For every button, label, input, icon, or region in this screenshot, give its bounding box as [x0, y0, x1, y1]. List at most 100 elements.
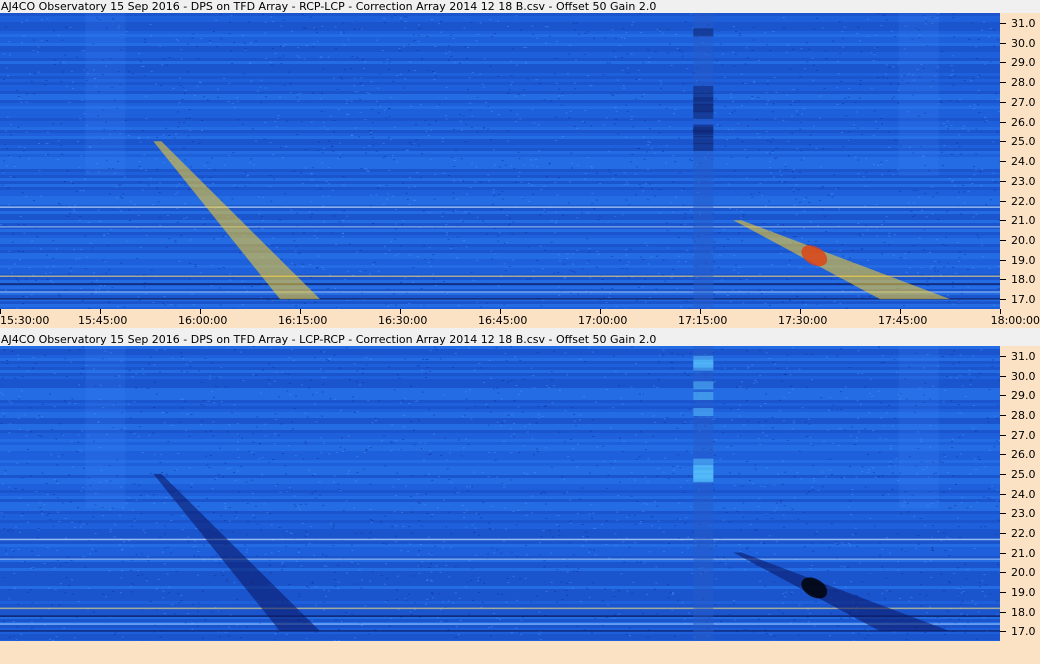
noise-speck	[209, 375, 212, 377]
channel-band	[0, 412, 1000, 415]
noise-speck	[739, 35, 742, 36]
noise-speck	[731, 112, 734, 114]
channel-band	[0, 97, 1000, 100]
noise-speck	[289, 394, 292, 396]
noise-speck	[849, 617, 851, 619]
noise-speck	[951, 73, 954, 75]
noise-speck	[162, 134, 165, 136]
channel-band	[0, 550, 1000, 553]
noise-speck	[838, 21, 841, 23]
noise-speck	[892, 254, 895, 256]
y-tick-mark	[1000, 552, 1006, 554]
noise-speck	[887, 493, 890, 495]
noise-speck	[413, 199, 415, 201]
noise-speck	[220, 401, 223, 403]
noise-speck	[980, 349, 983, 351]
noise-speck	[422, 305, 425, 307]
noise-speck	[816, 69, 818, 71]
y-tick: 26.0	[1000, 449, 1040, 461]
noise-speck	[781, 483, 784, 485]
y-tick: 22.0	[1000, 527, 1040, 540]
noise-speck	[781, 612, 784, 614]
noise-speck	[387, 288, 390, 290]
noise-speck	[57, 455, 60, 457]
noise-speck	[25, 279, 28, 281]
y-tick-label: 17.0	[1011, 293, 1036, 307]
noise-speck	[150, 356, 153, 358]
noise-speck	[802, 512, 805, 514]
noise-speck	[497, 114, 500, 116]
noise-speck	[821, 208, 824, 210]
noise-speck	[275, 419, 278, 420]
noise-speck	[180, 352, 183, 354]
noise-speck	[977, 456, 980, 458]
noise-speck	[155, 522, 158, 524]
noise-speck	[584, 173, 587, 174]
noise-speck	[458, 439, 460, 441]
noise-speck	[327, 167, 330, 169]
noise-speck	[650, 256, 653, 258]
noise-speck	[415, 172, 418, 174]
noise-speck	[390, 617, 393, 619]
noise-speck	[73, 637, 76, 639]
noise-speck	[525, 62, 527, 64]
noise-speck	[321, 553, 324, 555]
noise-speck	[91, 247, 94, 249]
noise-speck	[844, 586, 847, 588]
noise-speck	[951, 180, 954, 182]
noise-speck	[782, 17, 785, 18]
noise-speck	[388, 115, 391, 117]
noise-speck	[294, 455, 297, 457]
noise-speck	[858, 40, 861, 42]
noise-speck	[548, 35, 551, 37]
noise-speck	[894, 140, 897, 141]
noise-speck	[547, 387, 550, 389]
noise-speck	[803, 108, 806, 109]
noise-speck	[3, 160, 6, 162]
channel-band	[0, 487, 1000, 490]
noise-speck	[548, 530, 551, 531]
noise-speck	[40, 435, 43, 437]
noise-speck	[651, 188, 654, 190]
noise-speck	[981, 591, 984, 592]
noise-speck	[430, 563, 432, 565]
noise-speck	[489, 635, 492, 637]
noise-speck	[572, 570, 575, 572]
noise-speck	[87, 587, 90, 589]
noise-speck	[726, 163, 729, 165]
noise-speck	[538, 83, 541, 84]
noise-speck	[392, 155, 394, 157]
noise-speck	[622, 85, 625, 87]
noise-speck	[639, 400, 642, 402]
noise-speck	[413, 444, 416, 446]
noise-speck	[345, 500, 348, 502]
noise-speck	[626, 516, 629, 518]
noise-speck	[597, 253, 600, 255]
noise-speck	[21, 192, 24, 194]
noise-speck	[418, 365, 420, 367]
noise-speck	[281, 561, 284, 563]
noise-speck	[931, 546, 934, 548]
noise-speck	[354, 127, 357, 129]
noise-speck	[179, 85, 182, 87]
rfi-line	[0, 206, 1000, 208]
noise-speck	[863, 628, 866, 630]
noise-speck	[464, 438, 467, 440]
noise-speck	[272, 237, 274, 239]
noise-speck	[888, 244, 891, 246]
noise-speck	[177, 183, 180, 185]
noise-speck	[891, 425, 894, 427]
noise-speck	[499, 425, 502, 427]
noise-speck	[7, 530, 10, 532]
noise-speck	[445, 526, 448, 528]
noise-speck	[524, 425, 526, 427]
rfi-line	[0, 283, 1000, 285]
noise-speck	[29, 73, 31, 75]
noise-speck	[496, 549, 499, 551]
x-tick-label: 16:15:00	[278, 314, 328, 327]
noise-speck	[305, 637, 308, 639]
noise-speck	[246, 502, 249, 504]
noise-speck	[270, 64, 273, 66]
noise-speck	[747, 561, 750, 563]
noise-speck	[464, 211, 467, 213]
